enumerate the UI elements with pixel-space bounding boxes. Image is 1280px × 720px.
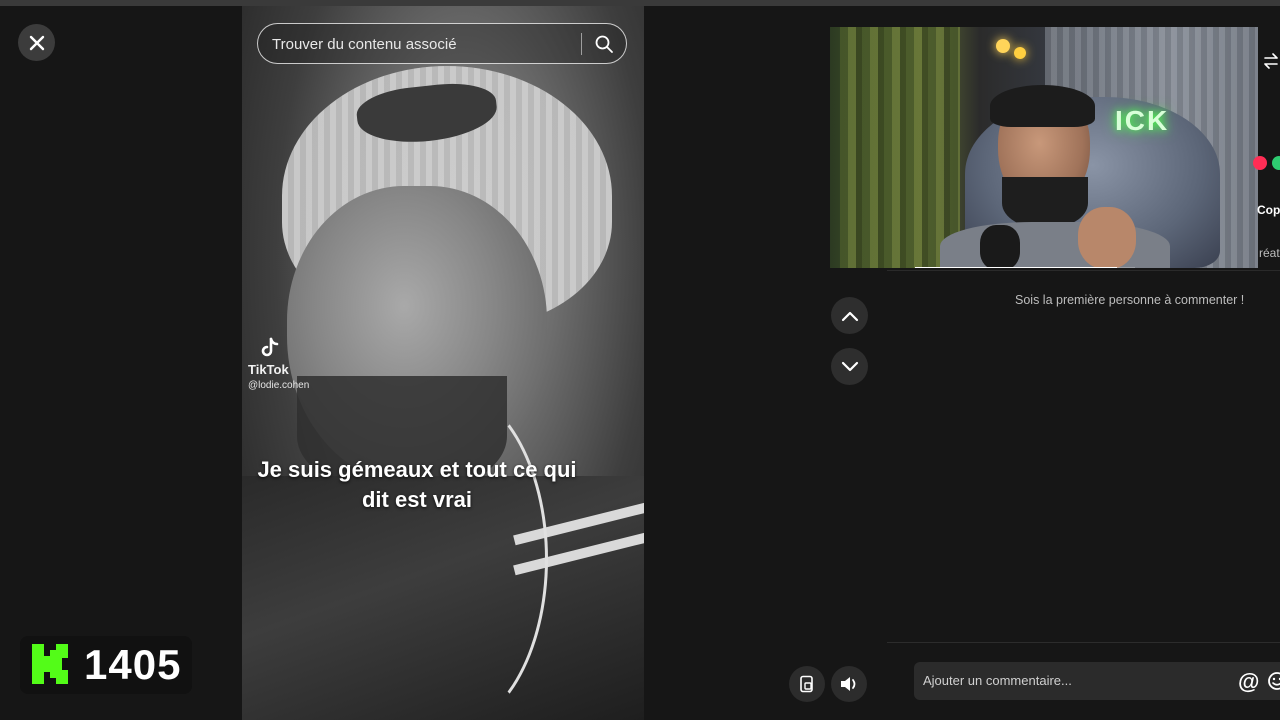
webcam-scene-lamp [1014, 47, 1026, 59]
panel-divider [887, 270, 1280, 271]
chevron-up-icon [841, 311, 858, 321]
mobile-view-button[interactable] [789, 666, 825, 702]
video-player[interactable] [242, 6, 644, 720]
partial-label[interactable]: Cop [1257, 203, 1280, 217]
panel-divider [887, 642, 1280, 643]
webcam-scene-lamp [996, 39, 1010, 53]
caption-line: Je suis gémeaux et tout ce qui [257, 457, 577, 482]
search-bar[interactable]: Trouver du contenu associé [257, 23, 627, 64]
search-input[interactable]: Trouver du contenu associé [272, 36, 457, 53]
previous-video-button[interactable] [831, 297, 868, 334]
video-scene-earphone [342, 386, 548, 720]
close-button[interactable] [18, 24, 55, 61]
mention-button[interactable]: @ [1238, 669, 1259, 695]
tiktok-watermark-user: @lodie.cohen [248, 380, 310, 391]
tiktok-watermark-name: TikTok [248, 362, 289, 377]
chevron-down-icon [841, 361, 858, 371]
tiktok-logo-icon [261, 337, 279, 357]
webcam-scene-hair [990, 85, 1095, 127]
kick-logo-icon [32, 644, 68, 684]
search-icon[interactable] [594, 34, 614, 54]
close-icon [29, 35, 44, 50]
webcam-scene-hand [1078, 207, 1136, 268]
empty-comments-message: Sois la première personne à commenter ! [1015, 293, 1245, 307]
swap-icon[interactable] [1262, 52, 1280, 70]
next-video-button[interactable] [831, 348, 868, 385]
comments-panel [887, 270, 1280, 720]
webcam-neon-sign: ICK [1115, 105, 1170, 136]
app-root: Trouver du contenu associé TikTok @lodie… [0, 0, 1280, 720]
streamer-webcam: ICK [830, 27, 1258, 268]
comment-placeholder: Ajouter un commentaire... [923, 673, 1072, 688]
caption-line: dit est vrai [361, 487, 473, 512]
comment-input[interactable]: Ajouter un commentaire... @ [914, 662, 1280, 700]
webcam-scene-curtain [840, 27, 960, 268]
partial-label: réat [1259, 246, 1280, 260]
volume-icon [841, 677, 856, 691]
video-caption: Je suis gémeaux et tout ce qui dit est v… [242, 455, 592, 515]
video-progress-track[interactable] [915, 267, 1135, 268]
viewer-count: 1405 [84, 641, 182, 688]
partial-icon-red [1253, 156, 1267, 170]
partial-icon-green [1272, 156, 1280, 170]
search-divider [581, 33, 582, 55]
volume-button[interactable] [831, 666, 867, 702]
webcam-scene-mic [980, 225, 1020, 268]
video-progress-fill [915, 267, 1118, 268]
emoji-icon[interactable] [1267, 671, 1280, 691]
phone-icon [800, 675, 813, 693]
kick-viewer-badge: 1405 [20, 636, 192, 694]
